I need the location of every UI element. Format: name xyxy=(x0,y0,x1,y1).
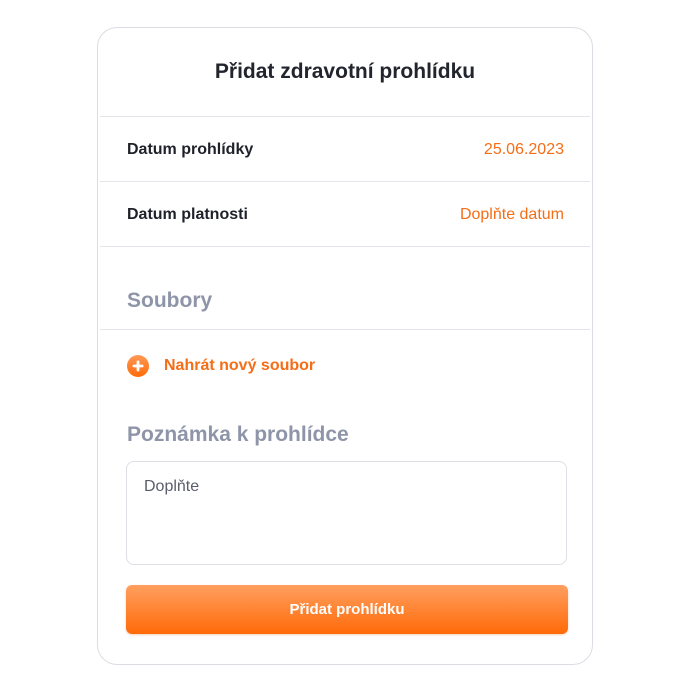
note-textarea[interactable] xyxy=(126,461,567,565)
upload-file-button[interactable]: Nahrát nový soubor xyxy=(127,354,315,378)
add-exam-dialog: Přidat zdravotní prohlídku Datum prohlíd… xyxy=(97,27,593,665)
exam-date-value[interactable]: 25.06.2023 xyxy=(484,141,564,159)
divider xyxy=(100,329,590,330)
divider xyxy=(100,116,590,117)
validity-date-label: Datum platnosti xyxy=(127,206,248,223)
validity-date-value[interactable]: Doplňte datum xyxy=(460,206,564,224)
exam-date-label: Datum prohlídky xyxy=(127,141,254,158)
add-exam-button[interactable]: Přidat prohlídku xyxy=(126,585,568,634)
divider xyxy=(100,246,590,247)
divider xyxy=(100,181,590,182)
files-section-title: Soubory xyxy=(127,289,213,312)
upload-file-label: Nahrát nový soubor xyxy=(164,357,316,374)
dialog-title: Přidat zdravotní prohlídku xyxy=(214,60,476,83)
note-section-title: Poznámka k prohlídce xyxy=(127,423,349,446)
plus-circle-icon xyxy=(127,355,149,377)
